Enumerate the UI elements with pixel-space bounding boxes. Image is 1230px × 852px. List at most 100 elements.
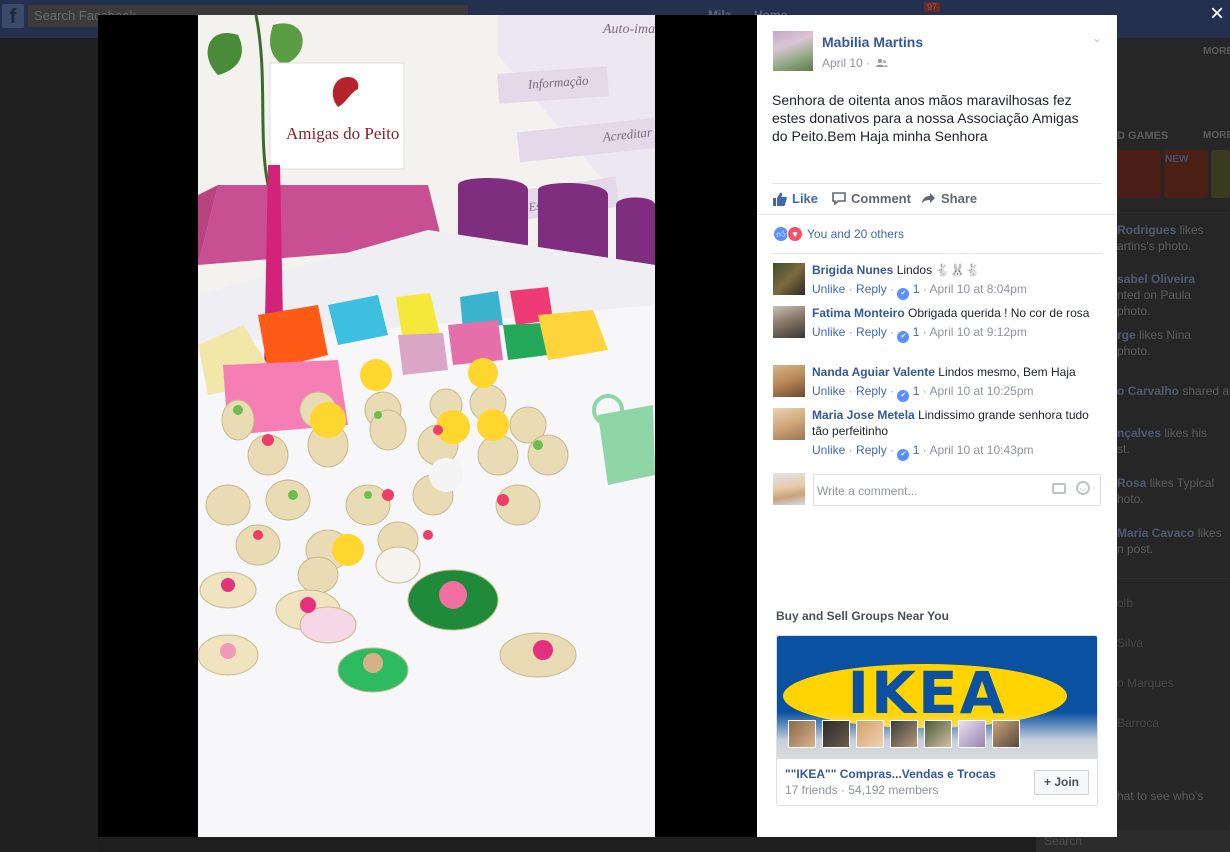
comment-composer: Write a comment... ◡	[773, 473, 1101, 507]
comment-bubble-icon	[832, 192, 846, 205]
comment-body: Brigida Nunes Lindos 🐇🐰🐇 Unlike · Reply …	[812, 262, 1102, 300]
comment-like-count[interactable]: 1	[913, 282, 920, 296]
ticker-line: artins's photo.	[1117, 238, 1230, 254]
game-tile	[1211, 150, 1230, 198]
unlike-link[interactable]: Unlike	[812, 325, 845, 339]
comment-meta: Unlike · Reply · ✔ 1 · April 10 at 10:25…	[812, 383, 1102, 402]
chat-contact: Silva	[1117, 636, 1144, 650]
commenter-avatar[interactable]	[773, 408, 805, 440]
reply-link[interactable]: Reply	[856, 443, 887, 457]
game-new-badge: NEW	[1165, 154, 1189, 165]
commenter-avatar[interactable]	[773, 306, 805, 338]
ticker-text: shared a	[1179, 384, 1230, 398]
comment-like-icon: ✔	[897, 331, 910, 343]
groups-section-title: Buy and Sell Groups Near You	[776, 609, 949, 623]
comment-like-count[interactable]: 1	[913, 325, 920, 339]
post-author-name[interactable]: Mabilia Martins	[822, 34, 923, 50]
ticker-line: st.	[1117, 441, 1230, 457]
friend-thumbnail[interactable]	[788, 720, 816, 748]
ticker-line: sabel Oliveira	[1117, 271, 1230, 287]
reactions-count-text[interactable]: You and 20 others	[807, 227, 904, 241]
commenter-name[interactable]: Nanda Aguiar Valente	[812, 365, 935, 379]
reply-link[interactable]: Reply	[856, 384, 887, 398]
photo-stage[interactable]: Auto-ima Informação Acreditar Esperança …	[98, 15, 757, 837]
like-button[interactable]: Like	[773, 191, 818, 206]
comment-text: Lindos 🐇🐰🐇	[896, 263, 981, 277]
close-viewer-button[interactable]: ×	[1206, 2, 1228, 26]
ticker-line: Rodrigues likes	[1117, 222, 1230, 238]
background-notification-badge: 97	[924, 2, 941, 12]
unlike-link[interactable]: Unlike	[812, 384, 845, 398]
emoji-smile-icon[interactable]: ◡	[1076, 481, 1090, 495]
group-cover-image[interactable]: IKEA	[777, 636, 1097, 759]
sign-brand-text: Amigas do Peito	[286, 124, 399, 143]
banner-word: Auto-ima	[602, 22, 655, 37]
background-more-link: MORE	[1203, 46, 1230, 57]
commenter-name[interactable]: Fatima Monteiro	[812, 306, 905, 320]
join-group-button[interactable]: + Join	[1034, 770, 1089, 795]
reactions-summary[interactable]: 👍︎ ♥ You and 20 others	[773, 226, 904, 242]
divider	[772, 253, 1102, 254]
ticker-text: photo.	[1117, 344, 1151, 358]
post-header: Mabilia Martins April 10 · ⌄	[773, 31, 1103, 75]
friend-thumbnail[interactable]	[924, 720, 952, 748]
comment-like-count[interactable]: 1	[913, 443, 920, 457]
friend-thumbnail[interactable]	[958, 720, 986, 748]
reply-link[interactable]: Reply	[856, 282, 887, 296]
comment-time[interactable]: April 10 at 10:25pm	[929, 384, 1033, 398]
background-games-more: MORE	[1203, 130, 1230, 141]
comment-time[interactable]: April 10 at 8:04pm	[929, 282, 1026, 296]
ticker-actor: nçalves	[1117, 426, 1162, 440]
comment-like-icon: ✔	[897, 449, 910, 461]
background-left-area	[0, 38, 98, 852]
chat-contact: olb	[1117, 596, 1134, 610]
ticker-text: photo.	[1117, 304, 1151, 318]
post-message: Senhora de oitenta anos mãos maravilhosa…	[772, 92, 1079, 144]
post-photo: Auto-ima Informação Acreditar Esperança …	[198, 15, 655, 837]
divider	[1117, 212, 1230, 213]
post-date[interactable]: April 10 ·	[822, 56, 870, 70]
chat-contact: Barroca	[1117, 716, 1160, 730]
commenter-name[interactable]: Maria Jose Metela	[812, 408, 915, 422]
ticker-text: likes Nina	[1135, 328, 1192, 342]
ticker-text: nted on Paula	[1117, 288, 1192, 302]
commenter-avatar[interactable]	[773, 365, 805, 397]
thumbs-up-icon	[773, 192, 787, 206]
ticker-text: hoto.	[1117, 492, 1144, 506]
post-options-chevron-icon[interactable]: ⌄	[1087, 31, 1107, 51]
comment-meta: Unlike · Reply · ✔ 1 · April 10 at 9:12p…	[812, 324, 1102, 343]
commenter-avatar[interactable]	[773, 263, 805, 295]
comment-like-count[interactable]: 1	[913, 384, 920, 398]
comment-label: Comment	[851, 191, 911, 206]
friend-thumbnail[interactable]	[822, 720, 850, 748]
friend-thumbnail[interactable]	[890, 720, 918, 748]
friends-icon	[876, 57, 889, 71]
post-meta: April 10 ·	[822, 56, 889, 71]
ticker-line: Maria Cavaco likes	[1117, 525, 1230, 541]
commenter-name[interactable]: Brigida Nunes	[812, 263, 893, 277]
ticker-line: photo.	[1117, 343, 1230, 359]
group-name-link[interactable]: ""IKEA"" Compras...Vendas e Trocas	[785, 767, 996, 781]
comment-time[interactable]: April 10 at 10:43pm	[929, 443, 1033, 457]
facebook-logo: f	[2, 4, 24, 28]
unlike-link[interactable]: Unlike	[812, 282, 845, 296]
camera-icon[interactable]	[1052, 483, 1066, 494]
comment-body: Fatima Monteiro Obrigada querida ! No co…	[812, 305, 1102, 343]
ticker-text: st.	[1117, 442, 1130, 456]
ticker-actor: Rodrigues	[1117, 223, 1177, 237]
unlike-link[interactable]: Unlike	[812, 443, 845, 457]
reply-link[interactable]: Reply	[856, 325, 887, 339]
divider	[1117, 578, 1230, 579]
background-right-sidebar: MORE D GAMES MORE NEW Rodrigues likes art…	[1117, 38, 1230, 852]
comment-time[interactable]: April 10 at 9:12pm	[929, 325, 1026, 339]
ticker-text: likes his	[1161, 426, 1208, 440]
comment-meta: Unlike · Reply · ✔ 1 · April 10 at 8:04p…	[812, 281, 1102, 300]
current-user-avatar	[773, 473, 805, 505]
friend-thumbnail[interactable]	[992, 720, 1020, 748]
ticker-text: likes	[1176, 223, 1204, 237]
friend-thumbnail[interactable]	[856, 720, 884, 748]
love-reaction-icon: ♥	[787, 226, 803, 242]
comment-button[interactable]: Comment	[832, 191, 911, 206]
author-avatar[interactable]	[773, 31, 813, 71]
share-button[interactable]: Share	[921, 191, 977, 206]
